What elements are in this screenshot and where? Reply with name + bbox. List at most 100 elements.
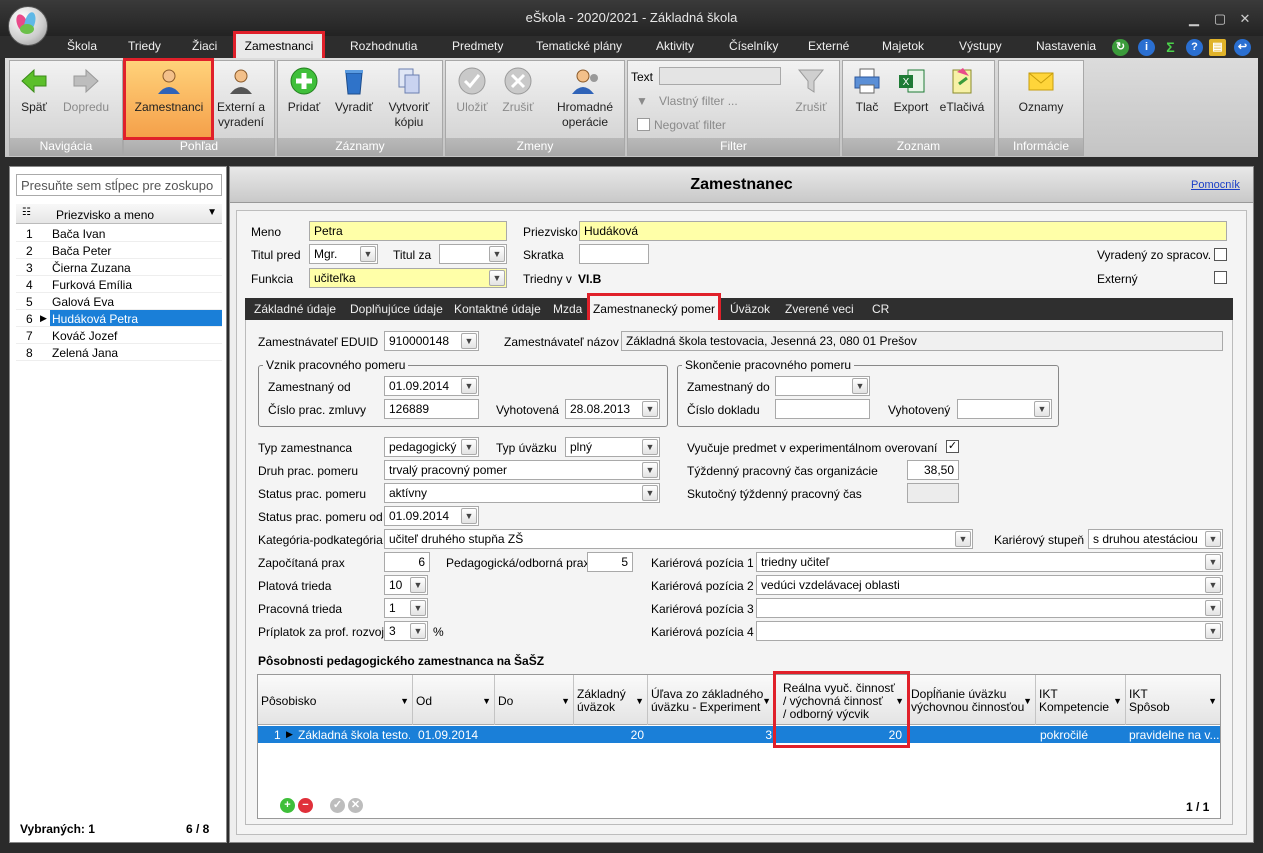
toolbox-icon[interactable]: ▤ [1209,39,1226,56]
employee-type-select[interactable]: pedagogický ▼ [384,437,479,457]
minimize-icon[interactable]: ▁ [1187,12,1201,26]
menu-tematicke-plany[interactable]: Tematické plány [536,39,622,57]
menu-ciselniky[interactable]: Číselníky [729,39,778,57]
document-number-field[interactable] [775,399,870,419]
group-by-area[interactable]: Presuňte sem stĺpec pre zoskupo [16,174,222,196]
externi-vyradeni-button[interactable]: Externí a vyradení [214,64,268,136]
col-ikt-kompetencie[interactable]: IKT Kompetencie ▼ [1036,675,1126,725]
career-level-select[interactable]: s druhou atestáciou ▼ [1088,529,1223,549]
career-position-1-select[interactable]: triedny učiteľ ▼ [756,552,1223,572]
custom-filter-button[interactable]: Vlastný filter ... [659,94,738,108]
clear-filter-button[interactable]: Zrušiť [789,64,833,136]
title-after-select[interactable]: ▼ [439,244,507,264]
filter-icon[interactable]: ▼ [1023,695,1032,708]
menu-ziaci[interactable]: Žiaci [192,39,217,57]
print-button[interactable]: Tlač [849,64,885,136]
refresh-icon[interactable]: ↻ [1112,39,1129,56]
list-item[interactable]: 8 Zelená Jana [16,344,222,361]
workload-type-select[interactable]: plný ▼ [565,437,660,457]
col-zakladny-uvazok[interactable]: Základný úväzok ▼ [574,675,648,725]
list-item[interactable]: 3 Čierna Zuzana [16,259,222,276]
save-button[interactable]: Uložiť [451,64,493,136]
tab-zakladne-udaje[interactable]: Základné údaje [254,302,336,316]
tab-mzda[interactable]: Mzda [553,302,582,316]
tab-doplnujuce-udaje[interactable]: Doplňujúce údaje [350,302,443,316]
filter-text-input[interactable] [659,67,781,85]
filter-icon[interactable]: ▼ [1113,695,1122,708]
pedagogical-practice-field[interactable]: 5 [587,552,633,572]
first-name-field[interactable]: Petra [309,221,507,241]
tab-uvazok[interactable]: Úväzok [730,302,770,316]
confirm-row-icon[interactable]: ✓ [330,798,345,813]
employer-name-field[interactable]: Základná škola testovacia, Jesenná 23, 0… [621,331,1223,351]
list-item[interactable]: 1 Bača Ivan [16,225,222,242]
list-item[interactable]: 7 Kováč Jozef [16,327,222,344]
back-button[interactable]: Späť [14,64,54,136]
cell-ulava[interactable]: 3 [648,728,772,742]
menu-externe[interactable]: Externé [808,39,849,57]
menu-skola[interactable]: Škola [67,39,97,57]
career-position-4-select[interactable]: ▼ [756,621,1223,641]
category-select[interactable]: učiteľ druhého stupňa ZŠ ▼ [384,529,973,549]
filter-icon[interactable]: ▼ [482,695,491,708]
menu-rozhodnutia[interactable]: Rozhodnutia [350,39,417,57]
add-row-icon[interactable]: + [280,798,295,813]
col-ulava[interactable]: Úľava zo základného úväzku - Experiment ▼ [648,675,775,725]
external-checkbox[interactable] [1214,271,1227,284]
allowance-select[interactable]: 3 ▼ [384,621,428,641]
bulk-operations-button[interactable]: Hromadné operácie [552,64,618,136]
info-icon[interactable]: i [1138,39,1155,56]
col-od[interactable]: Od ▼ [413,675,495,725]
col-posobisko[interactable]: Pôsobisko ▼ [258,675,413,725]
filter-icon[interactable]: ▼ [762,695,771,708]
maximize-icon[interactable]: ▢ [1213,12,1227,26]
list-item[interactable]: 6 Hudáková Petra ▶ [16,310,222,327]
actual-hours-field[interactable] [907,483,959,503]
zamestnanci-view-content[interactable]: Zamestnanci [127,64,211,136]
cell-od[interactable]: 01.09.2014 [418,728,478,742]
menu-aktivity[interactable]: Aktivity [656,39,694,57]
remove-row-icon[interactable]: − [298,798,313,813]
menu-predmety[interactable]: Predmety [452,39,503,57]
menu-triedy[interactable]: Triedy [128,39,161,57]
employed-from-date[interactable]: 01.09.2014 ▼ [384,376,479,396]
column-filter-icon[interactable]: ▼ [207,207,217,218]
menu-nastavenia[interactable]: Nastavenia [1036,39,1096,57]
tab-kontaktne-udaje[interactable]: Kontaktné údaje [454,302,541,316]
issued-date[interactable]: 28.08.2013 ▼ [565,399,660,419]
title-before-select[interactable]: Mgr. ▼ [309,244,378,264]
exit-icon[interactable]: ↩ [1234,39,1251,56]
work-class-select[interactable]: 1 ▼ [384,598,428,618]
column-header-name[interactable]: Priezvisko a meno [56,208,154,222]
announcements-button[interactable]: Oznamy [1014,64,1068,136]
help-link[interactable]: Pomocník [1191,179,1240,191]
tab-cr[interactable]: CR [872,302,889,316]
cell-zakladny[interactable]: 20 [574,728,644,742]
column-chooser-icon[interactable]: ☷ [22,207,31,218]
list-item[interactable]: 2 Bača Peter [16,242,222,259]
menu-majetok[interactable]: Majetok [882,39,924,57]
cell-ikt-sposob[interactable]: pravidelne na v... [1129,728,1219,742]
contract-number-field[interactable]: 126889 [384,399,479,419]
status-select[interactable]: aktívny ▼ [384,483,660,503]
cancel-button[interactable]: Zrušiť [497,64,539,136]
list-item[interactable]: 4 Furková Emília [16,276,222,293]
experimental-checkbox[interactable]: ✓ [946,440,959,453]
issued2-date[interactable]: ▼ [957,399,1052,419]
filter-icon[interactable]: ▼ [561,695,570,708]
menu-vystupy[interactable]: Výstupy [959,39,1002,57]
filter-icon[interactable]: ▼ [400,695,409,708]
sigma-icon[interactable]: Σ [1162,39,1179,56]
salary-class-select[interactable]: 10 ▼ [384,575,428,595]
career-position-3-select[interactable]: ▼ [756,598,1223,618]
forward-button[interactable]: Dopredu [60,64,112,136]
abbreviation-field[interactable] [579,244,649,264]
menu-zamestnanci[interactable]: Zamestnanci [233,31,325,61]
tab-zverene-veci[interactable]: Zverené veci [785,302,854,316]
col-ikt-sposob[interactable]: IKT Spôsob ▼ [1126,675,1220,725]
career-position-2-select[interactable]: vedúci vzdelávacej oblasti ▼ [756,575,1223,595]
remove-button[interactable]: Vyradiť [330,64,378,136]
weekly-hours-field[interactable]: 38,50 [907,460,959,480]
cancel-row-icon[interactable]: ✕ [348,798,363,813]
cell-posobisko[interactable]: Základná škola testo... [298,728,410,742]
